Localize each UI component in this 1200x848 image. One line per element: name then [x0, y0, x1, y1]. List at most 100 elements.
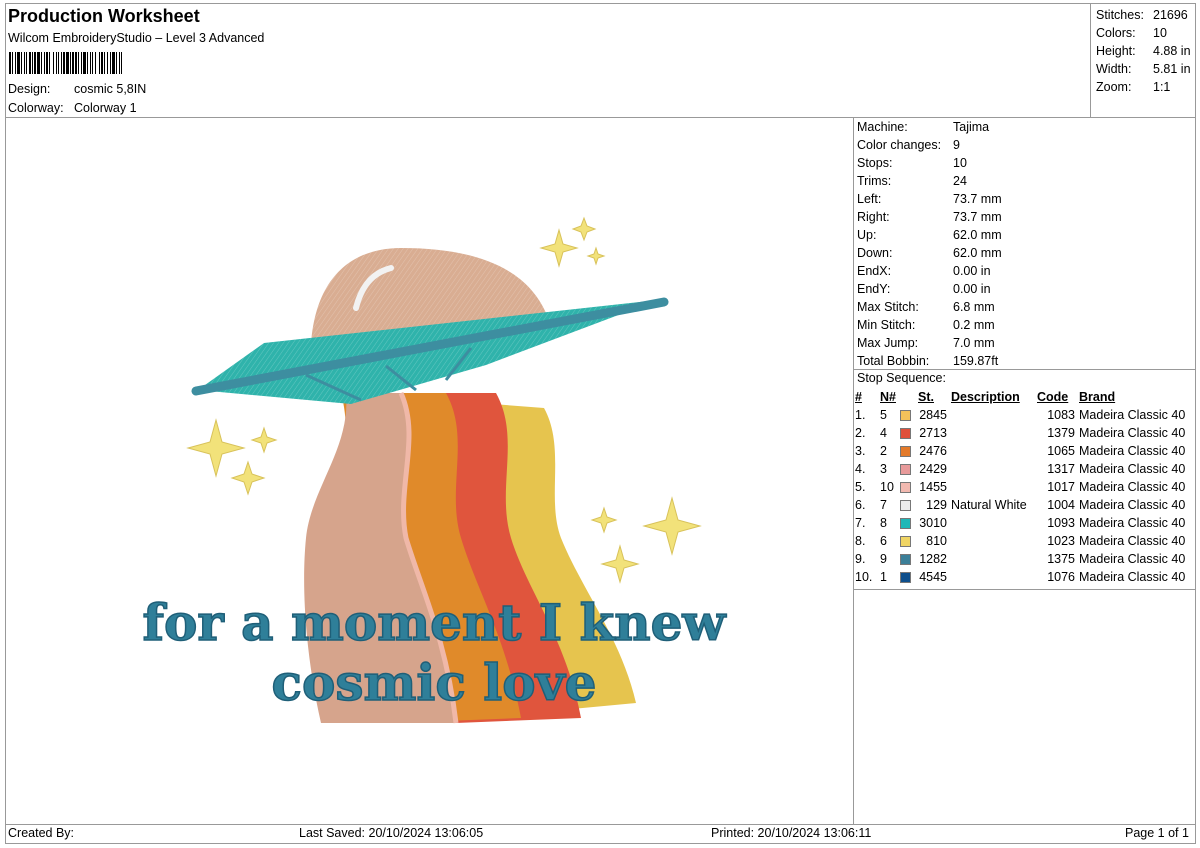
- table-header-row: # N# St. Description Code Brand: [855, 388, 1185, 406]
- machine-row: Left: 73.7 mm: [857, 192, 1002, 206]
- stat-colors: Colors: 10: [1096, 26, 1167, 40]
- colorway-value: Colorway 1: [74, 101, 137, 115]
- thread-brand: Madeira Classic 40: [1079, 570, 1186, 584]
- thread-description: [947, 406, 1037, 424]
- needle-number: 5: [880, 408, 887, 422]
- footer-last-saved: Last Saved: 20/10/2024 13:06:05: [299, 826, 484, 840]
- machine-row: Right: 73.7 mm: [857, 210, 1002, 224]
- table-row: 9. 9 1282 1375 Madeira Classic 40: [855, 550, 1185, 568]
- needle-number: 6: [880, 534, 887, 548]
- stop-index: 8.: [855, 534, 866, 548]
- stats-panel: Stitches: 21696 Colors: 10 Height: 4.88 in …: [1096, 6, 1191, 96]
- needle-number: 7: [880, 498, 887, 512]
- color-swatch: [900, 572, 911, 584]
- thread-code: 1017: [1047, 480, 1075, 494]
- thread-code: 1083: [1047, 408, 1075, 422]
- design-preview: for a moment I knew cosmic love: [142, 216, 728, 724]
- footer-created-by: Created By:: [8, 826, 75, 840]
- color-swatch: [900, 410, 911, 422]
- stitch-count: 3010: [919, 516, 947, 530]
- color-swatch-cell: [900, 406, 918, 424]
- color-swatch: [900, 518, 911, 530]
- needle-number: 4: [880, 426, 887, 440]
- needle-number: 3: [880, 462, 887, 476]
- stitch-count: 2429: [919, 462, 947, 476]
- machine-row: Max Jump: 7.0 mm: [857, 336, 995, 350]
- thread-description: Natural White: [951, 498, 1027, 512]
- table-row: 2. 4 2713 1379 Madeira Classic 40: [855, 424, 1185, 442]
- design-label: Design:: [8, 82, 51, 96]
- table-row: 5. 10 1455 1017 Madeira Classic 40: [855, 478, 1185, 496]
- col-header-needle: N#: [880, 390, 896, 404]
- needle-number: 10: [880, 480, 894, 494]
- stitch-count: 2845: [919, 408, 947, 422]
- stitch-count: 2476: [919, 444, 947, 458]
- color-swatch-cell: [900, 478, 918, 496]
- stops-divider: [853, 589, 1196, 590]
- color-swatch: [900, 500, 911, 512]
- color-swatch: [900, 554, 911, 566]
- stop-index: 6.: [855, 498, 866, 512]
- machine-row: Min Stitch: 0.2 mm: [857, 318, 995, 332]
- thread-brand: Madeira Classic 40: [1079, 516, 1186, 530]
- thread-code: 1065: [1047, 444, 1075, 458]
- table-row: 6. 7 129 Natural White 1004 Madeira Classic 4…: [855, 496, 1185, 514]
- stop-sequence-title: Stop Sequence:: [857, 371, 946, 385]
- stat-height: Height: 4.88 in: [1096, 44, 1191, 58]
- thread-brand: Madeira Classic 40: [1079, 534, 1186, 548]
- stop-index: 3.: [855, 444, 866, 458]
- stitch-count: 1282: [919, 552, 947, 566]
- stop-index: 5.: [855, 480, 866, 494]
- color-swatch-cell: [900, 514, 918, 532]
- col-header-index: #: [855, 390, 862, 404]
- stat-width: Width: 5.81 in: [1096, 62, 1191, 76]
- stop-index: 7.: [855, 516, 866, 530]
- machine-row: Stops: 10: [857, 156, 967, 170]
- table-row: 8. 6 810 1023 Madeira Classic 40: [855, 532, 1185, 550]
- thread-code: 1004: [1047, 498, 1075, 512]
- color-swatch-cell: [900, 496, 918, 514]
- machine-row: Total Bobbin: 159.87ft: [857, 354, 999, 368]
- machine-row: Max Stitch: 6.8 mm: [857, 300, 995, 314]
- thread-code: 1379: [1047, 426, 1075, 440]
- color-swatch-cell: [900, 460, 918, 478]
- color-swatch: [900, 536, 911, 548]
- machine-row: Up: 62.0 mm: [857, 228, 1002, 242]
- color-swatch-cell: [900, 424, 918, 442]
- col-header-code: Code: [1037, 390, 1069, 404]
- machine-row: Color changes: 9: [857, 138, 960, 152]
- color-swatch-cell: [900, 568, 918, 586]
- stop-index: 10.: [855, 570, 873, 584]
- machine-row: Trims: 24: [857, 174, 967, 188]
- stat-stitches: Stitches: 21696: [1096, 8, 1188, 22]
- stop-index: 1.: [855, 408, 866, 422]
- table-row: 4. 3 2429 1317 Madeira Classic 40: [855, 460, 1185, 478]
- color-swatch: [900, 482, 911, 494]
- thread-code: 1317: [1047, 462, 1075, 476]
- thread-brand: Madeira Classic 40: [1079, 498, 1186, 512]
- needle-number: 2: [880, 444, 887, 458]
- thread-code: 1023: [1047, 534, 1075, 548]
- color-swatch-cell: [900, 550, 918, 568]
- col-header-stitches: St.: [918, 390, 934, 404]
- thread-description: [947, 514, 1037, 532]
- stop-index: 2.: [855, 426, 866, 440]
- stop-index: 4.: [855, 462, 866, 476]
- design-text-line1: for a moment I knew: [143, 593, 728, 652]
- footer-page-number: Page 1 of 1: [1125, 826, 1189, 840]
- color-swatch-cell: [900, 532, 918, 550]
- thread-description: [947, 532, 1037, 550]
- colorway-row: Colorway: Colorway 1: [8, 101, 137, 115]
- table-row: 3. 2 2476 1065 Madeira Classic 40: [855, 442, 1185, 460]
- thread-brand: Madeira Classic 40: [1079, 462, 1186, 476]
- thread-brand: Madeira Classic 40: [1079, 480, 1186, 494]
- page-title: Production Worksheet: [8, 6, 200, 26]
- needle-number: 8: [880, 516, 887, 530]
- machine-row: Down: 62.0 mm: [857, 246, 1002, 260]
- stop-index: 9.: [855, 552, 866, 566]
- stop-sequence-table: # N# St. Description Code Brand 1. 5 2845 1…: [855, 388, 1185, 586]
- stitch-count: 810: [926, 534, 947, 548]
- footer-divider: [5, 824, 1196, 825]
- thread-description: [947, 424, 1037, 442]
- needle-number: 1: [880, 570, 887, 584]
